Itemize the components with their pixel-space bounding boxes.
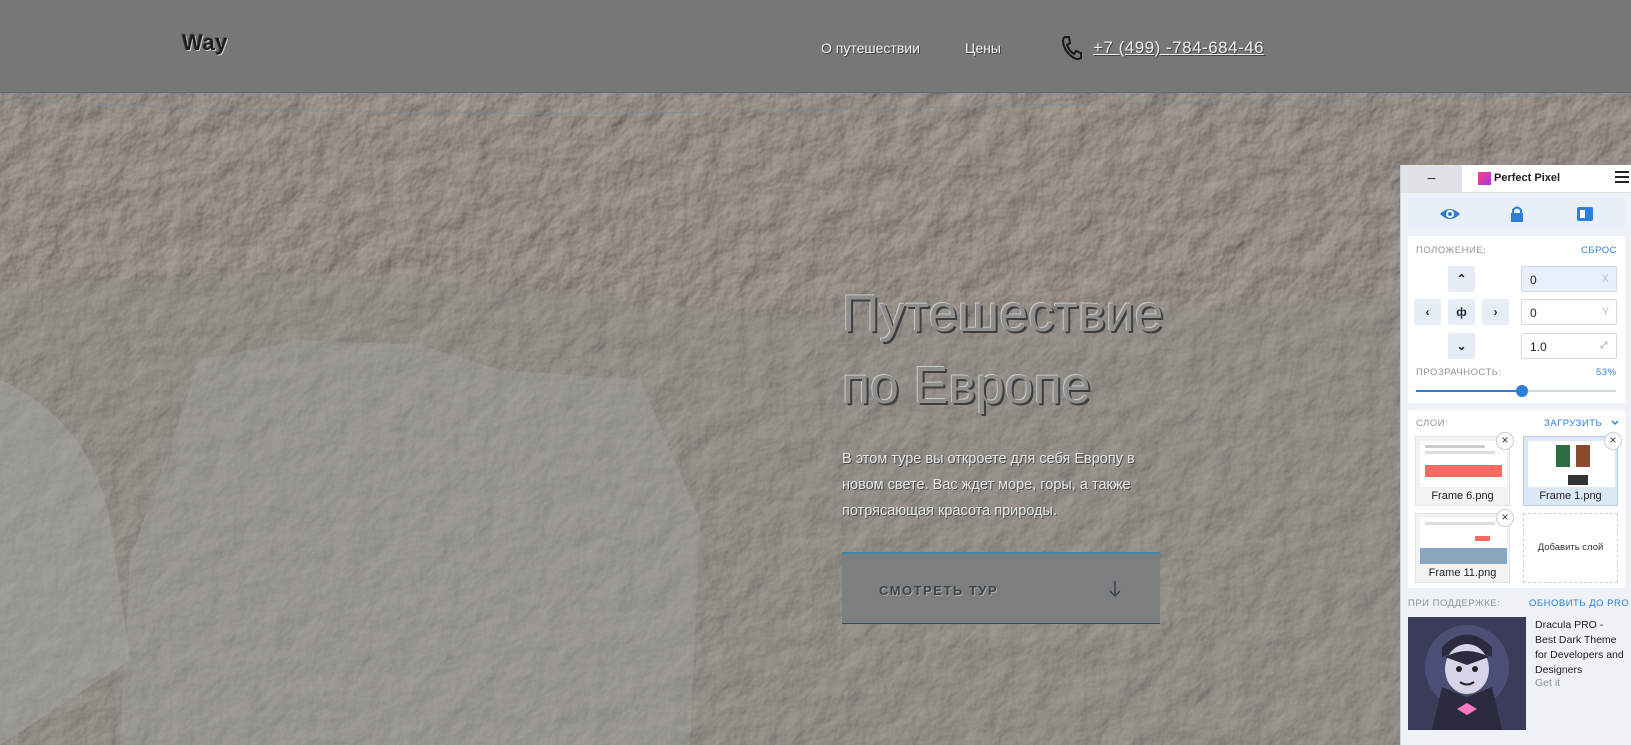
layer-item-active[interactable]: Frame 1.png bbox=[1523, 436, 1618, 506]
opacity-slider[interactable] bbox=[1416, 385, 1616, 397]
opacity-slider-knob[interactable] bbox=[1516, 385, 1528, 397]
site-logo[interactable]: Way bbox=[182, 30, 228, 56]
phone-link[interactable]: +7 (499) -784-684-46 bbox=[1093, 38, 1264, 58]
hamburger-menu-icon[interactable] bbox=[1615, 171, 1629, 185]
upload-link[interactable]: ЗАГРУЗИТЬ bbox=[1544, 418, 1602, 429]
y-position-input[interactable]: 0 Y bbox=[1521, 299, 1617, 325]
ad-get-it-link[interactable]: Get it bbox=[1535, 677, 1560, 689]
layer-name: Frame 11.png bbox=[1428, 567, 1497, 579]
view-tour-label: СМОТРЕТЬ ТУР bbox=[879, 583, 999, 598]
x-position-input[interactable]: 0 X bbox=[1521, 266, 1617, 292]
view-tour-button[interactable]: СМОТРЕТЬ ТУР bbox=[842, 552, 1160, 624]
panel-title: Perfect Pixel bbox=[1494, 172, 1561, 184]
overlay-toolbar bbox=[1408, 198, 1625, 229]
remove-layer-button[interactable]: × bbox=[1496, 509, 1514, 527]
opacity-value: 53% bbox=[1596, 367, 1617, 378]
upgrade-pro-link[interactable]: ОБНОВИТЬ ДО PRO bbox=[1529, 598, 1629, 609]
reset-link[interactable]: СБРОС bbox=[1581, 245, 1617, 256]
layer-item[interactable]: Frame 6.png bbox=[1415, 436, 1510, 506]
nav-link-prices[interactable]: Цены bbox=[965, 40, 1001, 56]
move-down-button[interactable]: ⌄ bbox=[1448, 333, 1475, 359]
y-suffix: Y bbox=[1601, 306, 1609, 318]
lock-icon[interactable] bbox=[1506, 203, 1528, 225]
perfect-pixel-logo-icon bbox=[1478, 172, 1491, 185]
center-button[interactable]: ф bbox=[1448, 299, 1475, 325]
position-label: ПОЛОЖЕНИЕ: bbox=[1416, 245, 1487, 256]
hero-title-line1: Путешествие bbox=[842, 285, 1164, 343]
opacity-slider-fill bbox=[1416, 390, 1522, 392]
layer-thumbnail bbox=[1420, 441, 1507, 487]
add-layer-button[interactable]: Добавить слой bbox=[1523, 513, 1618, 583]
panel-header: – Perfect Pixel bbox=[1401, 165, 1631, 193]
perfect-pixel-panel: – Perfect Pixel ПОЛОЖЕНИЕ: СБРОС ⌃ ‹ ф ›… bbox=[1400, 165, 1631, 745]
remove-layer-button[interactable]: × bbox=[1604, 432, 1622, 450]
dracula-ad-image[interactable] bbox=[1408, 617, 1526, 730]
hero-title: Путешествие по Европе bbox=[842, 278, 1302, 422]
nav-link-about-trip[interactable]: О путешествии bbox=[821, 40, 920, 56]
layer-item[interactable]: Frame 11.png bbox=[1415, 513, 1510, 583]
layer-name: Frame 1.png bbox=[1539, 490, 1602, 502]
x-suffix: X bbox=[1601, 273, 1609, 285]
minimize-button[interactable]: – bbox=[1401, 165, 1462, 192]
arrow-down-icon bbox=[1109, 581, 1121, 598]
move-up-button[interactable]: ⌃ bbox=[1448, 266, 1475, 292]
hero-title-line2: по Европе bbox=[842, 357, 1091, 415]
eye-icon[interactable] bbox=[1439, 203, 1461, 225]
layers-label: СЛОИ: bbox=[1416, 418, 1449, 429]
dracula-icon bbox=[1408, 617, 1526, 730]
layer-thumbnail bbox=[1528, 441, 1615, 487]
site-header: Way О путешествии Цены +7 (499) -784-684… bbox=[0, 0, 1631, 93]
position-section: ПОЛОЖЕНИЕ: СБРОС ⌃ ‹ ф › ⌄ 0 X 0 Y 1.0 П… bbox=[1408, 236, 1625, 403]
support-label: ПРИ ПОДДЕРЖКЕ: bbox=[1408, 598, 1501, 609]
y-value: 0 bbox=[1530, 306, 1537, 320]
ad-title[interactable]: Dracula PRO - Best Dark Theme for Develo… bbox=[1535, 618, 1627, 678]
layer-name: Frame 6.png bbox=[1431, 490, 1494, 502]
resize-icon bbox=[1600, 341, 1608, 349]
layers-section: СЛОИ: ЗАГРУЗИТЬ Frame 6.png × Frame 1.pn… bbox=[1408, 410, 1625, 588]
hero-background-image bbox=[0, 92, 1631, 745]
layer-thumbnail bbox=[1420, 518, 1507, 564]
remove-layer-button[interactable]: × bbox=[1496, 432, 1514, 450]
move-left-button[interactable]: ‹ bbox=[1414, 299, 1441, 325]
hero-description: В этом туре вы откроете для себя Европу … bbox=[842, 451, 1135, 519]
phone-icon bbox=[1061, 36, 1082, 60]
move-right-button[interactable]: › bbox=[1482, 299, 1509, 325]
x-value: 0 bbox=[1530, 273, 1537, 287]
scale-input[interactable]: 1.0 bbox=[1521, 333, 1617, 359]
scale-value: 1.0 bbox=[1530, 340, 1547, 354]
chevron-down-icon[interactable] bbox=[1611, 420, 1619, 426]
invert-colors-icon[interactable] bbox=[1574, 203, 1596, 225]
opacity-label: ПРОЗРАЧНОСТЬ: bbox=[1416, 367, 1502, 378]
